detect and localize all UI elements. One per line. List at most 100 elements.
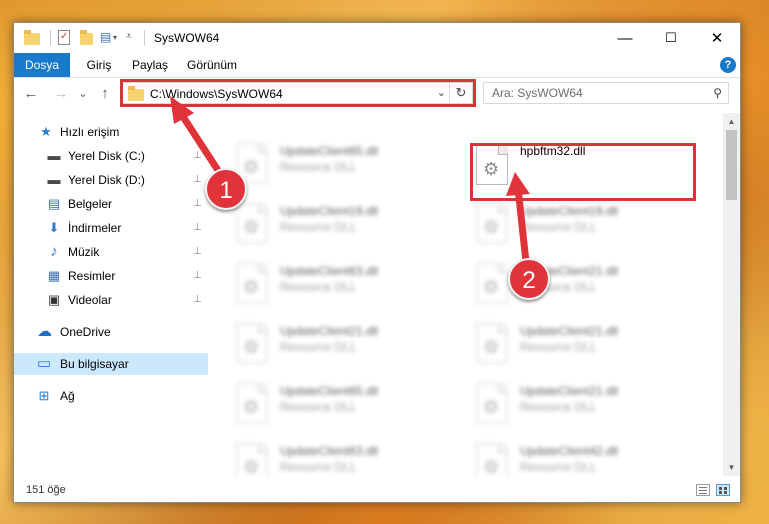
scroll-down-arrow[interactable]: ▼ bbox=[723, 459, 740, 476]
help-icon[interactable]: ? bbox=[720, 57, 736, 73]
file-item[interactable]: ⚙ UpdateClient21.dll Resource DLL bbox=[472, 379, 682, 431]
sidebar-item-videos[interactable]: ▣ Videolar ⊥ bbox=[14, 289, 208, 311]
file-item[interactable]: ⚙ UpdateClient21.dll Resource DLL bbox=[232, 319, 442, 371]
details-view-button[interactable] bbox=[696, 484, 710, 496]
file-icon: ⚙ bbox=[476, 203, 508, 243]
sidebar-item-network[interactable]: ⊞ Ağ bbox=[14, 385, 208, 407]
toolbar-divider bbox=[50, 30, 51, 46]
file-item[interactable]: ⚙ UpdateClient19.dll Resource DLL bbox=[232, 199, 442, 251]
toolbar-divider bbox=[144, 30, 145, 46]
up-button[interactable]: ↑ bbox=[96, 85, 114, 103]
network-icon: ⊞ bbox=[38, 388, 50, 403]
pin-icon[interactable]: ⊥ bbox=[193, 222, 202, 233]
sidebar-item-local-disk-d[interactable]: ▬ Yerel Disk (D:) ⊥ bbox=[14, 169, 208, 191]
ribbon-tabs: Dosya Giriş Paylaş Görünüm ? bbox=[14, 53, 740, 78]
forward-button[interactable]: → bbox=[52, 85, 70, 103]
toolbar-dropdown-icon[interactable]: ⩡ bbox=[126, 30, 136, 46]
tab-dosya[interactable]: Dosya bbox=[14, 53, 70, 77]
pin-icon[interactable]: ⊥ bbox=[193, 270, 202, 281]
file-type: Resource DLL bbox=[280, 460, 357, 474]
search-icon[interactable]: ⚲ bbox=[713, 86, 722, 100]
file-type: Resource DLL bbox=[520, 400, 597, 414]
maximize-button[interactable]: ☐ bbox=[648, 23, 694, 53]
file-type: Resource DLL bbox=[520, 460, 597, 474]
status-bar: 151 öğe bbox=[14, 476, 740, 502]
file-item[interactable]: ⚙ UpdateClient19.dll Resource DLL bbox=[472, 199, 682, 251]
pin-icon[interactable]: ⊥ bbox=[193, 294, 202, 305]
file-item[interactable]: ⚙ UpdateClient65.dll Resource DLL bbox=[232, 379, 442, 431]
tab-paylas[interactable]: Paylaş bbox=[126, 53, 174, 77]
tab-giris[interactable]: Giriş bbox=[78, 53, 120, 77]
computer-icon: ▭ bbox=[37, 355, 52, 372]
search-box[interactable]: ⚲ bbox=[483, 82, 729, 104]
file-item[interactable]: ⚙ UpdateClient63.dll Resource DLL bbox=[232, 259, 442, 311]
step-marker-one: 1 bbox=[205, 168, 247, 210]
recent-locations-button[interactable]: ⌄ bbox=[74, 85, 92, 103]
pictures-icon: ▦ bbox=[47, 268, 61, 283]
file-icon: ⚙ bbox=[236, 323, 268, 363]
item-count: 151 öğe bbox=[26, 484, 66, 496]
file-type: Resource DLL bbox=[280, 280, 357, 294]
sidebar-item-label: Müzik bbox=[68, 245, 100, 259]
sidebar-item-quick-access[interactable]: ★ Hızlı erişim bbox=[14, 121, 208, 143]
star-icon: ★ bbox=[40, 124, 52, 139]
tiles-view-button[interactable] bbox=[716, 484, 730, 496]
file-type: Resource DLL bbox=[280, 340, 357, 354]
file-icon: ⚙ bbox=[236, 443, 268, 476]
drive-icon: ▬ bbox=[47, 148, 61, 163]
vertical-scrollbar[interactable]: ▲ ▼ bbox=[723, 113, 740, 476]
customize-toolbar-icon[interactable]: ▤ ▾ bbox=[100, 30, 122, 46]
sidebar-item-downloads[interactable]: ⬇ İndirmeler ⊥ bbox=[14, 217, 208, 239]
file-name: UpdateClient19.dll bbox=[520, 204, 619, 218]
file-item[interactable]: ⚙ UpdateClient65.dll Resource DLL bbox=[232, 139, 442, 191]
sidebar-item-label: Videolar bbox=[68, 293, 112, 307]
sidebar-item-label: Ağ bbox=[60, 389, 75, 403]
scroll-thumb[interactable] bbox=[726, 130, 737, 200]
tab-gorunum[interactable]: Görünüm bbox=[182, 53, 242, 77]
sidebar-item-documents[interactable]: ▤ Belgeler ⊥ bbox=[14, 193, 208, 215]
sidebar-item-music[interactable]: ♪ Müzik ⊥ bbox=[14, 241, 208, 263]
sidebar-item-local-disk-c[interactable]: ▬ Yerel Disk (C:) ⊥ bbox=[14, 145, 208, 167]
file-name: UpdateClient65.dll bbox=[280, 144, 379, 158]
scroll-up-arrow[interactable]: ▲ bbox=[723, 113, 740, 130]
sidebar-item-label: İndirmeler bbox=[68, 221, 122, 235]
download-icon: ⬇ bbox=[48, 220, 60, 235]
close-button[interactable]: ✕ bbox=[694, 23, 740, 53]
file-icon: ⚙ bbox=[236, 263, 268, 303]
minimize-button[interactable]: — bbox=[602, 23, 648, 53]
properties-icon[interactable]: ✓ bbox=[58, 30, 70, 45]
file-highlight-box bbox=[470, 143, 696, 201]
pin-icon[interactable]: ⊥ bbox=[193, 150, 202, 161]
back-button[interactable]: ← bbox=[22, 85, 40, 103]
address-highlight-box bbox=[120, 79, 476, 107]
pin-icon[interactable]: ⊥ bbox=[193, 246, 202, 257]
file-icon: ⚙ bbox=[476, 383, 508, 423]
file-name: UpdateClient21.dll bbox=[520, 384, 619, 398]
pin-icon[interactable]: ⊥ bbox=[193, 198, 202, 209]
file-item[interactable]: ⚙ UpdateClient21.dll Resource DLL bbox=[472, 319, 682, 371]
sidebar-item-pictures[interactable]: ▦ Resimler ⊥ bbox=[14, 265, 208, 287]
music-icon: ♪ bbox=[50, 243, 58, 260]
file-name: UpdateClient21.dll bbox=[520, 324, 619, 338]
sidebar-item-label: Resimler bbox=[68, 269, 116, 283]
file-type: Resource DLL bbox=[280, 220, 357, 234]
file-list: ⚙ UpdateClient65.dll Resource DLL ⚙ hpbf… bbox=[210, 113, 723, 476]
navigation-bar: ← → ⌄ ↑ C:\Windows\SysWOW64 ⌄ ↻ ⚲ bbox=[14, 77, 740, 113]
cloud-icon: ☁ bbox=[37, 323, 52, 340]
file-item[interactable]: ⚙ UpdateClient63.dll Resource DLL bbox=[232, 439, 442, 476]
pin-icon[interactable]: ⊥ bbox=[193, 174, 202, 185]
sidebar-item-label: Hızlı erişim bbox=[60, 125, 120, 139]
sidebar-item-label: OneDrive bbox=[60, 325, 111, 339]
sidebar-item-this-pc[interactable]: ▭ Bu bilgisayar bbox=[14, 353, 208, 375]
file-icon: ⚙ bbox=[476, 323, 508, 363]
file-item[interactable]: ⚙ UpdateClient21.dll Resource DLL bbox=[472, 259, 682, 311]
file-type: Resource DLL bbox=[520, 340, 597, 354]
search-input[interactable] bbox=[492, 86, 692, 100]
documents-icon: ▤ bbox=[47, 196, 61, 211]
file-item[interactable]: ⚙ UpdateClient42.dll Resource DLL bbox=[472, 439, 682, 476]
file-icon: ⚙ bbox=[236, 383, 268, 423]
sidebar-item-onedrive[interactable]: ☁ OneDrive bbox=[14, 321, 208, 343]
file-name: UpdateClient21.dll bbox=[280, 324, 379, 338]
sidebar-item-label: Yerel Disk (C:) bbox=[68, 149, 145, 163]
sidebar-item-label: Bu bilgisayar bbox=[60, 357, 129, 371]
